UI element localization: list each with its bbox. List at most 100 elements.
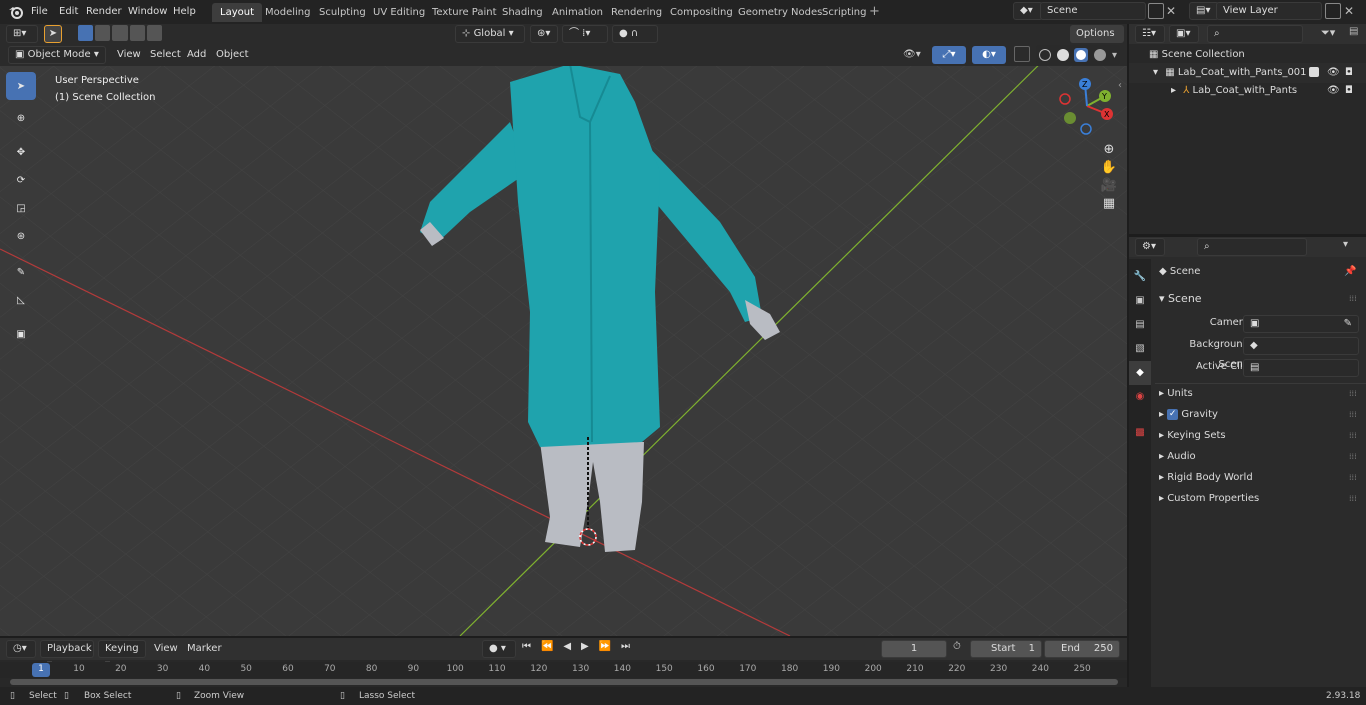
3d-cursor-icon[interactable] xyxy=(578,527,598,547)
play-reverse-icon[interactable]: ◀ xyxy=(563,641,571,659)
properties-editor-icon[interactable]: ⚙▾ xyxy=(1135,238,1165,256)
active-clip-field[interactable]: ▤ xyxy=(1243,359,1359,377)
sidebar-toggle-icon[interactable]: ‹ xyxy=(1118,80,1122,91)
timeline-scrollbar[interactable] xyxy=(10,679,1118,685)
editor-type-icon[interactable]: ⊞▾ xyxy=(6,25,38,43)
menu-help[interactable]: Help xyxy=(173,3,196,21)
blender-logo-icon[interactable] xyxy=(8,4,24,20)
start-frame-field[interactable]: Start 1 xyxy=(970,640,1042,658)
background-scene-field[interactable]: ◆ xyxy=(1243,337,1359,355)
eye-icon[interactable]: 👁 xyxy=(1327,63,1340,83)
select-box-tool-icon[interactable]: ➤ xyxy=(6,72,36,100)
shading-dropdown-icon[interactable]: ▾ xyxy=(1112,50,1117,61)
camera-icon[interactable]: ◘ xyxy=(1345,63,1353,83)
viewport-menu-select[interactable]: Select xyxy=(150,46,181,64)
rigid-body-section[interactable]: ▸ Rigid Body World ⁞⁞⁞ xyxy=(1159,468,1364,488)
tab-scripting[interactable]: Scripting xyxy=(814,3,874,22)
prev-key-icon[interactable]: ⏪ xyxy=(541,641,553,659)
texture-tab-icon[interactable]: ▩ xyxy=(1129,421,1151,445)
select-mode-icon[interactable]: ➤ xyxy=(44,25,62,43)
scene-type-icon[interactable]: ◆▾ xyxy=(1013,2,1043,20)
xray-icon[interactable] xyxy=(1014,46,1030,62)
keying-sets-section[interactable]: ▸ Keying Sets ⁞⁞⁞ xyxy=(1159,426,1364,446)
select-new-icon[interactable] xyxy=(78,25,94,41)
tab-uv-editing[interactable]: UV Editing xyxy=(365,3,433,22)
viewport-menu-object[interactable]: Object xyxy=(216,46,249,64)
jump-end-icon[interactable]: ⏭ xyxy=(621,641,630,659)
tab-animation[interactable]: Animation xyxy=(544,3,611,22)
filter-icon[interactable]: ⏷▾ xyxy=(1321,26,1335,40)
next-key-icon[interactable]: ⏩ xyxy=(599,641,611,659)
timeline-menu-marker[interactable]: Marker xyxy=(187,640,222,658)
playback-menu[interactable]: Playback ▾ xyxy=(40,640,94,670)
current-frame-field[interactable]: 1 xyxy=(881,640,947,658)
tab-texture-paint[interactable]: Texture Paint xyxy=(424,3,505,22)
delete-viewlayer-icon[interactable]: ✕ xyxy=(1344,2,1360,20)
world-tab-icon[interactable]: ◉ xyxy=(1129,385,1151,409)
viewport-menu-view[interactable]: View xyxy=(117,46,141,64)
navigation-gizmo[interactable]: Z Y X xyxy=(1055,74,1120,139)
ortho-grid-icon[interactable]: ▦ xyxy=(1098,196,1120,211)
outliner-root[interactable]: ▦ Scene Collection xyxy=(1149,45,1359,65)
gravity-checkbox[interactable]: ✓ xyxy=(1167,408,1179,420)
pin-icon[interactable]: 📌 xyxy=(1344,262,1356,282)
new-viewlayer-icon[interactable] xyxy=(1325,3,1341,19)
expand-arrow-icon[interactable]: ▸ xyxy=(1171,85,1176,96)
outliner-display-icon[interactable]: ▣▾ xyxy=(1169,25,1199,43)
camera-field[interactable]: ▣ ✎ xyxy=(1243,315,1359,333)
tab-shading[interactable]: Shading xyxy=(494,3,551,22)
units-section[interactable]: ▸ Units ⁞⁞⁞ xyxy=(1159,384,1364,404)
object-mode-select[interactable]: ▣ Object Mode ▾ xyxy=(8,46,106,64)
render-tab-icon[interactable]: ▣ xyxy=(1129,289,1151,313)
options-button[interactable]: Options ▾ xyxy=(1070,25,1124,57)
outliner-search-input[interactable]: ⌕ xyxy=(1207,25,1303,43)
view-layer-tab-icon[interactable]: ▧ xyxy=(1129,337,1151,361)
tab-layout[interactable]: Layout xyxy=(212,3,262,22)
camera-icon[interactable]: ◘ xyxy=(1345,81,1353,101)
checkbox-icon[interactable] xyxy=(1309,67,1319,77)
move-tool-icon[interactable]: ✥ xyxy=(6,138,36,166)
new-scene-icon[interactable] xyxy=(1148,3,1164,19)
properties-options-icon[interactable]: ▾ xyxy=(1343,239,1348,250)
menu-edit[interactable]: Edit xyxy=(59,3,78,21)
camera-view-icon[interactable]: 🎥 xyxy=(1098,178,1120,193)
add-workspace-icon[interactable]: + xyxy=(869,4,883,20)
viewport-menu-add[interactable]: Add xyxy=(187,46,206,64)
play-icon[interactable]: ▶ xyxy=(581,641,589,659)
scene-tab-icon[interactable]: ◆ xyxy=(1129,361,1151,385)
cursor-tool-icon[interactable]: ⊕ xyxy=(6,104,36,132)
tool-tab-icon[interactable]: 🔧 xyxy=(1129,265,1151,289)
select-subtract-icon[interactable] xyxy=(112,25,128,41)
stopwatch-icon[interactable]: ⏱ xyxy=(953,641,961,652)
snap-icon[interactable]: ⌒ ⁞▾ xyxy=(562,25,608,43)
tab-modeling[interactable]: Modeling xyxy=(257,3,319,22)
menu-window[interactable]: Window xyxy=(128,3,167,21)
scale-tool-icon[interactable]: ◲ xyxy=(6,194,36,222)
end-frame-field[interactable]: End 250 xyxy=(1044,640,1120,658)
output-tab-icon[interactable]: ▤ xyxy=(1129,313,1151,337)
annotate-tool-icon[interactable]: ✎ xyxy=(6,258,36,286)
add-cube-tool-icon[interactable]: ▣ xyxy=(6,320,36,348)
zoom-icon[interactable]: ⊕ xyxy=(1098,142,1120,157)
audio-section[interactable]: ▸ Audio ⁞⁞⁞ xyxy=(1159,447,1364,467)
tab-rendering[interactable]: Rendering xyxy=(603,3,670,22)
wireframe-shading-icon[interactable] xyxy=(1038,49,1051,61)
viewlayer-field[interactable]: View Layer xyxy=(1216,2,1322,20)
measure-tool-icon[interactable]: ◺ xyxy=(6,286,36,314)
solid-shading-icon[interactable] xyxy=(1056,49,1069,61)
outliner-editor-icon[interactable]: ☷▾ xyxy=(1135,25,1165,43)
gizmo-toggle-icon[interactable]: ⤢▾ xyxy=(932,46,966,64)
scene-panel-header[interactable]: ▾ Scene ⁞⁞⁞ xyxy=(1159,289,1364,309)
timeline-menu-view[interactable]: View xyxy=(154,640,178,658)
timeline-ruler[interactable]: 1 10 20 30 40 50 60 70 80 90 100 110 120 130 140 150 160… xyxy=(0,662,1127,678)
visibility-icon[interactable]: 👁▾ xyxy=(903,46,929,64)
jump-start-icon[interactable]: ⏮ xyxy=(522,641,531,659)
outliner-row-object[interactable]: ▸ ⅄ Lab_Coat_with_Pants 👁 ◘ xyxy=(1129,81,1366,101)
material-shading-icon[interactable] xyxy=(1074,48,1089,62)
viewlayer-type-icon[interactable]: ▤▾ xyxy=(1189,2,1219,20)
tab-compositing[interactable]: Compositing xyxy=(662,3,741,22)
custom-properties-section[interactable]: ▸ Custom Properties ⁞⁞⁞ xyxy=(1159,489,1364,509)
eyedropper-icon[interactable]: ✎ xyxy=(1344,316,1352,332)
pan-hand-icon[interactable]: ✋ xyxy=(1098,160,1120,175)
select-intersect-icon[interactable] xyxy=(146,25,163,41)
